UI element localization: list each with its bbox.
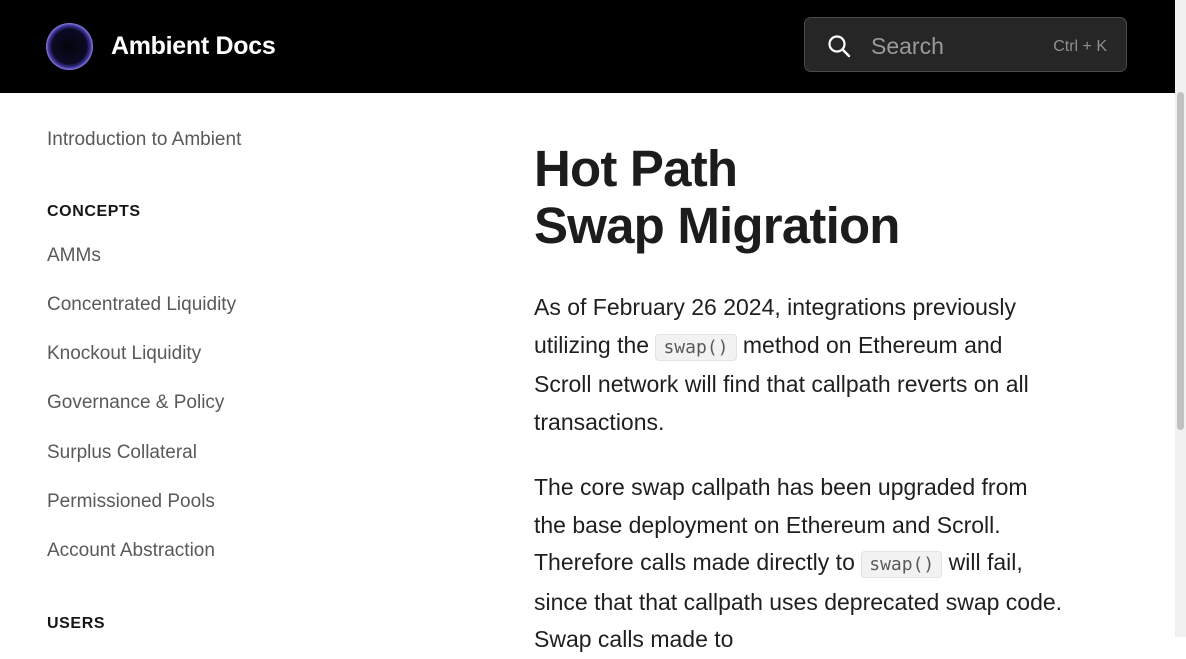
top-header: Ambient Docs Search Ctrl + K bbox=[0, 0, 1175, 93]
search-icon bbox=[828, 35, 851, 58]
sidebar-item-amms[interactable]: AMMs bbox=[47, 244, 101, 268]
sidebar-heading-users: USERS bbox=[47, 615, 106, 632]
inline-code-swap: swap() bbox=[861, 551, 943, 578]
search-placeholder: Search bbox=[871, 33, 944, 59]
search-shortcut: Ctrl + K bbox=[1053, 38, 1107, 55]
scrollbar-thumb[interactable] bbox=[1177, 92, 1184, 430]
inline-code-swap: swap() bbox=[655, 333, 737, 361]
sidebar-item-introduction[interactable]: Introduction to Ambient bbox=[47, 128, 241, 152]
sidebar-item-permissioned-pools[interactable]: Permissioned Pools bbox=[47, 490, 215, 514]
search-box[interactable]: Search Ctrl + K bbox=[804, 17, 1127, 72]
sidebar-item-knockout-liquidity[interactable]: Knockout Liquidity bbox=[47, 342, 201, 366]
sidebar-item-concentrated-liquidity[interactable]: Concentrated Liquidity bbox=[47, 293, 236, 317]
sidebar-heading-concepts: CONCEPTS bbox=[47, 203, 141, 220]
page-scrollbar[interactable] bbox=[1175, 0, 1186, 637]
sidebar-item-governance-policy[interactable]: Governance & Policy bbox=[47, 391, 224, 415]
page-title-line-1: Hot Path bbox=[534, 140, 738, 197]
page-title-line-2: Swap Migration bbox=[534, 197, 900, 254]
paragraph-intro: As of February 26 2024, integrations pre… bbox=[534, 289, 1064, 441]
sidebar-item-surplus-collateral[interactable]: Surplus Collateral bbox=[47, 441, 197, 465]
sidebar-item-account-abstraction[interactable]: Account Abstraction bbox=[47, 539, 215, 563]
site-title[interactable]: Ambient Docs bbox=[111, 30, 276, 62]
page-title: Hot Path Swap Migration bbox=[534, 140, 900, 254]
ambient-logo-icon[interactable] bbox=[46, 23, 93, 70]
paragraph-core-swap: The core swap callpath has been upgraded… bbox=[534, 469, 1064, 659]
